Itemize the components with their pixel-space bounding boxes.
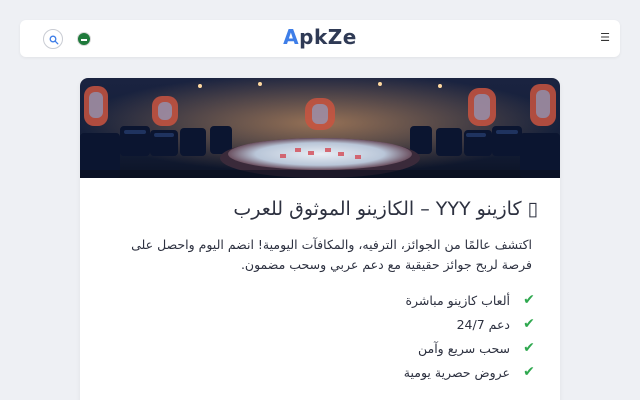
feature-label: عروض حصرية يومية	[403, 364, 510, 380]
card-content: ▯ كازينو YYY – الكازينو الموثوق للعرب اك…	[80, 178, 560, 400]
list-item: ✔ سحب سريع وآمن	[238, 336, 538, 360]
list-item: ✔ دعم 24/7	[238, 312, 538, 336]
site-logo[interactable]: ApkZe	[20, 25, 620, 49]
promo-card: ▯ كازينو YYY – الكازينو الموثوق للعرب اك…	[80, 78, 560, 400]
features-list: ✔ ألعاب كازينو مباشرة ✔ دعم 24/7 ✔ سحب س…	[238, 288, 538, 384]
hamburger-menu-icon[interactable]: ☰	[598, 31, 612, 45]
casino-interior-image	[80, 78, 560, 178]
list-item: ✔ ألعاب كازينو مباشرة	[238, 288, 538, 312]
top-navigation-bar: ApkZe ☰	[20, 20, 620, 57]
list-item: ✔ عروض حصرية يومية	[238, 360, 538, 384]
logo-initial: A	[283, 25, 300, 49]
check-icon: ✔	[523, 292, 535, 308]
check-icon: ✔	[523, 316, 535, 332]
page-title: ▯ كازينو YYY – الكازينو الموثوق للعرب	[233, 198, 538, 220]
check-icon: ✔	[523, 340, 535, 356]
check-icon: ✔	[523, 364, 535, 380]
feature-label: ألعاب كازينو مباشرة	[405, 292, 510, 308]
feature-label: سحب سريع وآمن	[418, 340, 510, 356]
feature-label: دعم 24/7	[456, 316, 510, 332]
promo-description: اكتشف عالمًا من الجوائز، الترفيه، والمكا…	[131, 237, 532, 272]
logo-text: pkZe	[299, 25, 357, 49]
